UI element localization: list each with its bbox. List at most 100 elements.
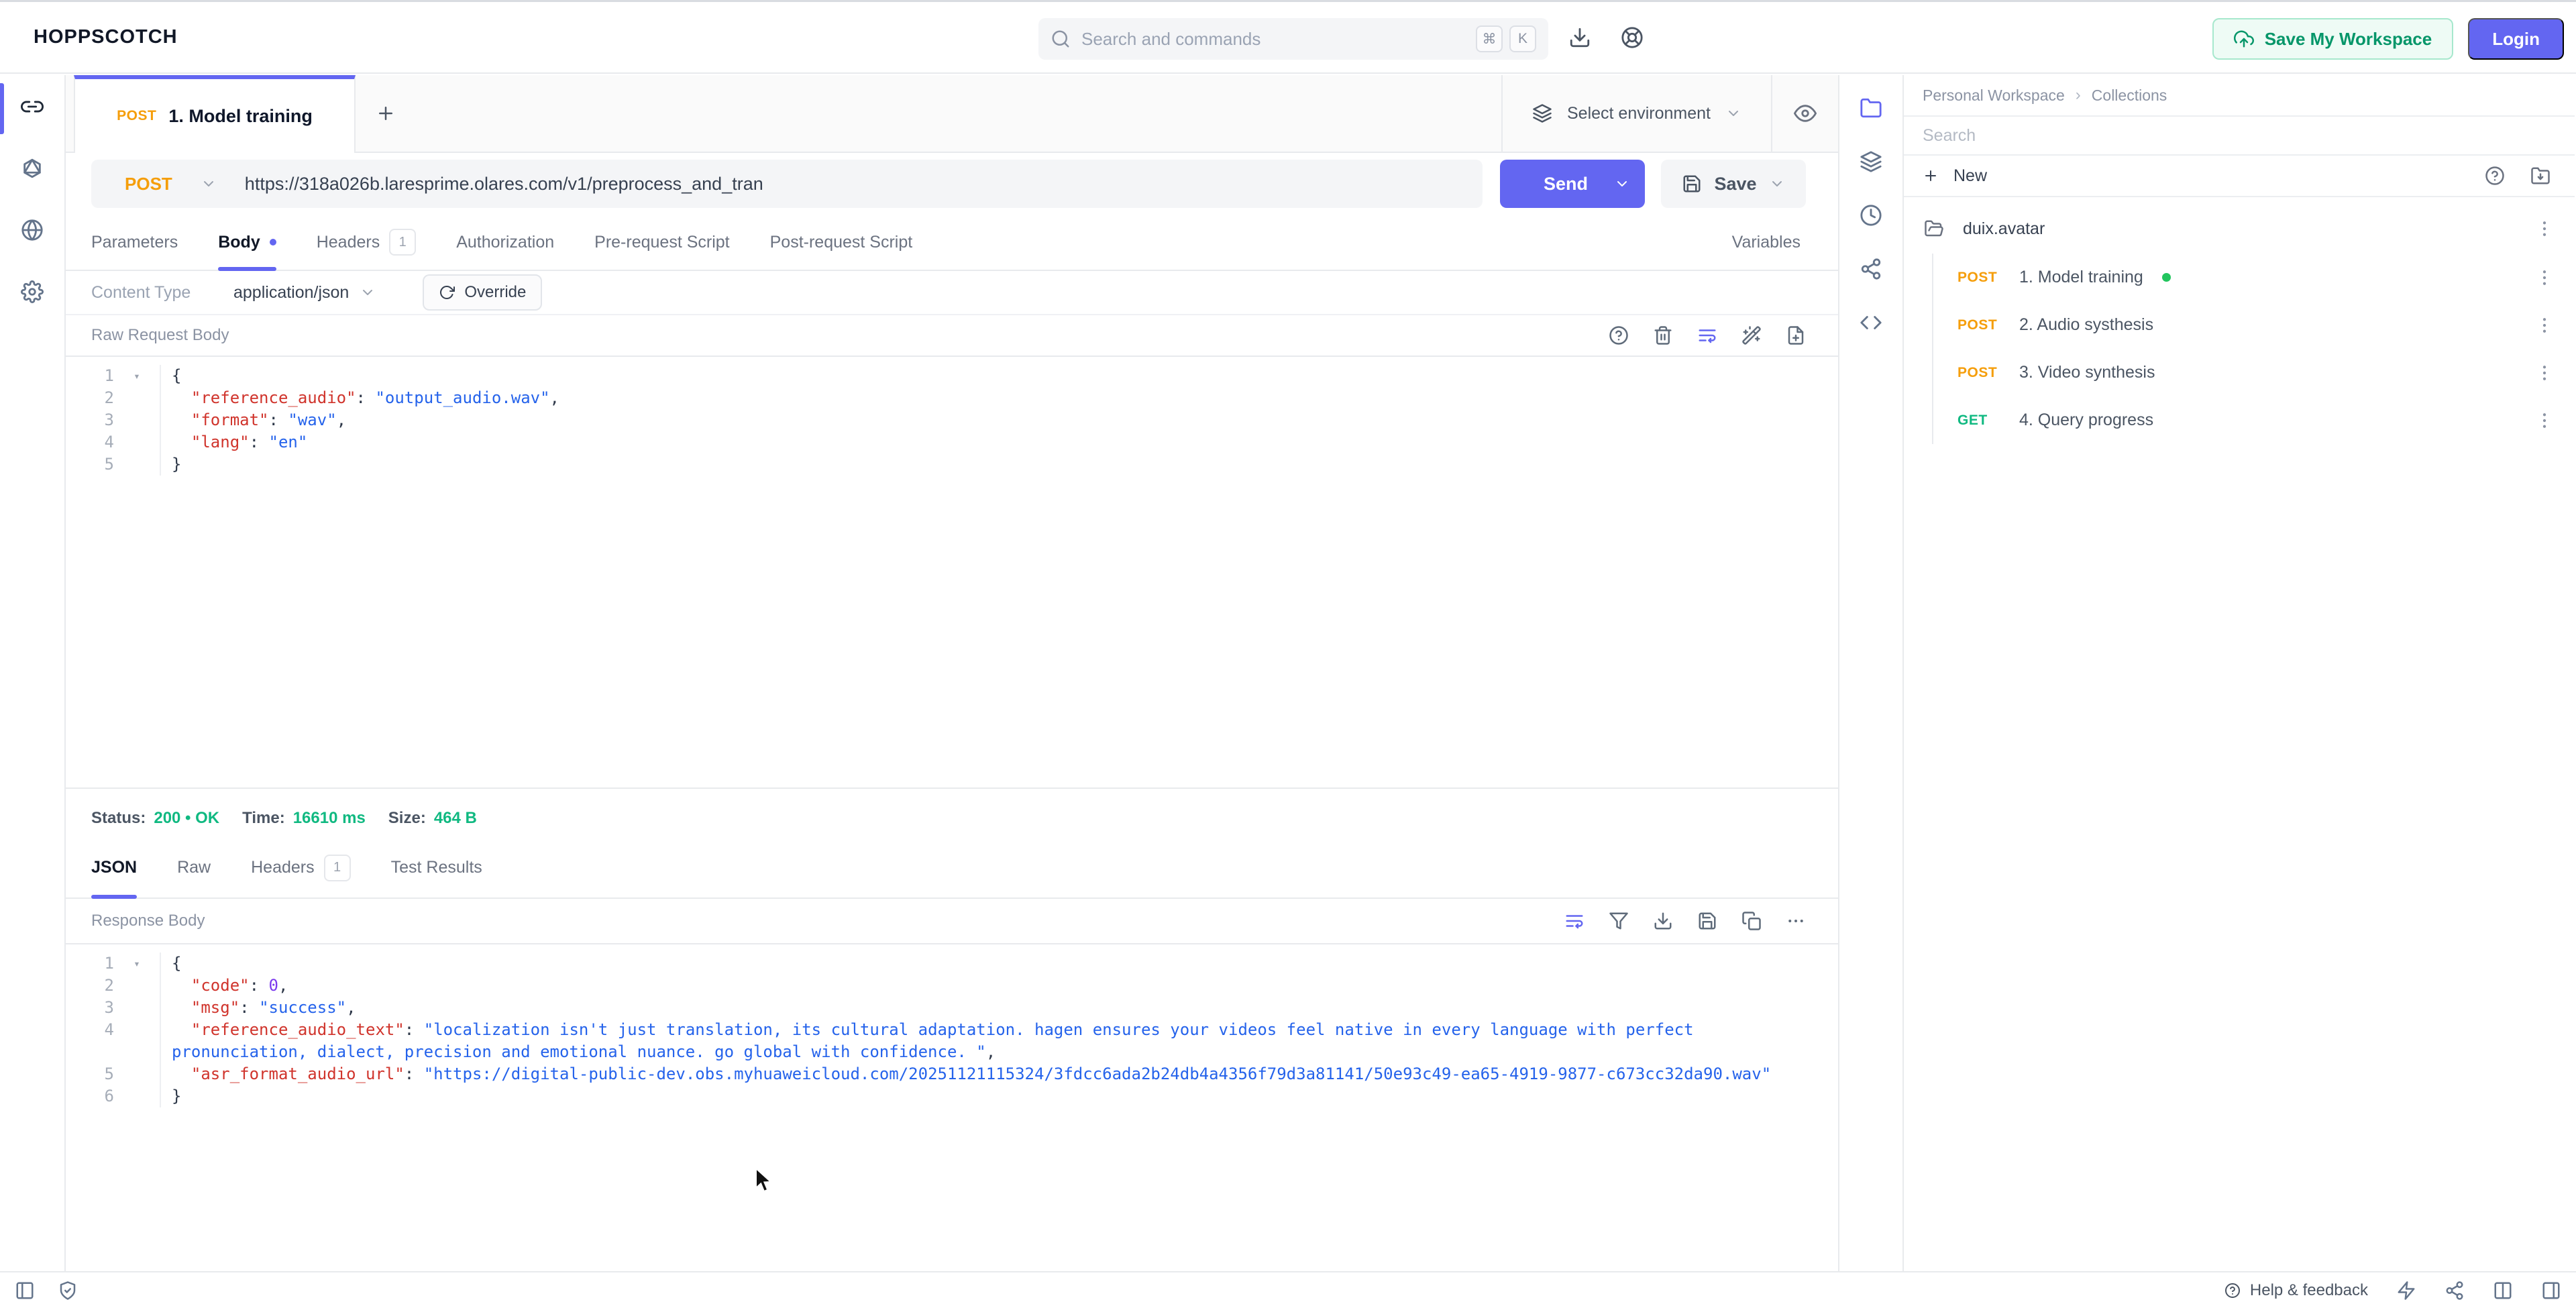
method-dropdown[interactable]: POST <box>91 174 245 195</box>
login-label: Login <box>2492 29 2540 50</box>
breadcrumb: Personal Workspace › Collections <box>1904 75 2575 115</box>
copy-response-icon[interactable] <box>1741 911 1762 931</box>
new-tab-button[interactable] <box>356 75 416 152</box>
download-response-icon[interactable] <box>1653 911 1673 931</box>
tab-response-headers[interactable]: Headers1 <box>251 838 351 897</box>
wrap-lines-icon[interactable] <box>1697 325 1717 345</box>
collections-panel: Personal Workspace › Collections New dui… <box>1904 75 2575 1271</box>
request-url-row: POST Send Save <box>66 153 1838 215</box>
tab-pre-request-script[interactable]: Pre-request Script <box>594 215 729 270</box>
share-icon[interactable] <box>2445 1280 2465 1301</box>
content-type-dropdown[interactable]: application/json <box>233 283 376 303</box>
prettify-wand-icon[interactable] <box>1741 325 1762 345</box>
request-item-audio-systhesis[interactable]: POST 2. Audio systhesis <box>1933 301 2575 349</box>
environment-selector[interactable]: Select environment <box>1501 75 1771 152</box>
interceptor-shield-icon[interactable] <box>58 1280 78 1301</box>
collections-search[interactable] <box>1904 115 2575 156</box>
eye-icon <box>1794 102 1817 125</box>
generated-code-icon[interactable] <box>1860 311 1882 334</box>
download-app-icon[interactable] <box>1568 26 1591 49</box>
request-menu-icon[interactable] <box>2534 315 2555 335</box>
save-my-workspace-button[interactable]: Save My Workspace <box>2212 18 2454 60</box>
global-search[interactable]: ⌘ K <box>1038 18 1548 60</box>
chevron-down-icon <box>201 176 217 192</box>
shortcuts-zap-icon[interactable] <box>2396 1280 2416 1301</box>
global-search-input[interactable] <box>1081 29 1469 50</box>
code-line: 4 "reference_audio_text": "localization … <box>66 1019 1838 1063</box>
nav-realtime-globe-icon[interactable] <box>21 219 44 241</box>
right-panel-rail <box>1839 75 1904 1271</box>
request-menu-icon[interactable] <box>2534 268 2555 288</box>
filter-icon[interactable] <box>1609 911 1629 931</box>
tab-variables[interactable]: Variables <box>1732 215 1801 270</box>
code-line: 5 "asr_format_audio_url": "https://digit… <box>66 1063 1838 1085</box>
response-body-editor[interactable]: 1▾{2 "code": 0,3 "msg": "success",4 "ref… <box>66 944 1838 1271</box>
folder-menu-icon[interactable] <box>2534 219 2555 239</box>
request-menu-icon[interactable] <box>2534 363 2555 383</box>
request-item-video-synthesis[interactable]: POST 3. Video synthesis <box>1933 349 2575 396</box>
active-nav-indicator <box>0 83 4 134</box>
help-circle-icon[interactable] <box>1609 325 1629 345</box>
request-workspace: POST 1. Model training Select environmen… <box>66 75 1839 1271</box>
nav-graphql-icon[interactable] <box>21 157 44 180</box>
share-requests-icon[interactable] <box>1860 258 1882 280</box>
panel-right-icon[interactable] <box>2541 1280 2561 1301</box>
app-logo: HOPPSCOTCH <box>34 26 178 48</box>
copy-file-icon[interactable] <box>1786 325 1806 345</box>
import-export-icon[interactable] <box>2530 166 2551 186</box>
help-circle-icon[interactable] <box>2485 166 2505 186</box>
content-type-row: Content Type application/json Override <box>66 271 1838 315</box>
save-request-button[interactable]: Save <box>1661 160 1806 208</box>
wrap-lines-icon[interactable] <box>1564 911 1585 931</box>
request-item-model-training[interactable]: POST 1. Model training <box>1933 254 2575 301</box>
collection-folder-name: duix.avatar <box>1963 219 2045 239</box>
send-button[interactable]: Send <box>1500 160 1645 208</box>
more-options-icon[interactable] <box>1786 911 1806 931</box>
url-input[interactable] <box>245 174 1483 195</box>
toggle-sidebar-icon[interactable] <box>15 1280 35 1301</box>
tab-raw[interactable]: Raw <box>177 838 211 897</box>
environment-quick-peek-button[interactable] <box>1771 75 1838 152</box>
request-tab[interactable]: POST 1. Model training <box>74 75 356 153</box>
tab-headers[interactable]: Headers1 <box>317 215 417 270</box>
login-button[interactable]: Login <box>2468 18 2564 60</box>
help-feedback-button[interactable]: Help & feedback <box>2224 1281 2368 1300</box>
support-icon[interactable] <box>1621 26 1644 49</box>
tab-test-results[interactable]: Test Results <box>391 838 482 897</box>
columns-layout-icon[interactable] <box>2493 1280 2513 1301</box>
nav-settings-gear-icon[interactable] <box>21 280 44 303</box>
save-response-icon[interactable] <box>1697 911 1717 931</box>
code-line: 5} <box>66 453 1838 476</box>
request-item-query-progress[interactable]: GET 4. Query progress <box>1933 396 2575 444</box>
breadcrumb-workspace[interactable]: Personal Workspace <box>1923 87 2065 105</box>
environments-layers-icon[interactable] <box>1860 150 1882 173</box>
save-floppy-icon <box>1682 174 1702 194</box>
nav-rest-link-icon[interactable] <box>21 95 44 118</box>
request-options-tabs: Parameters Body Headers1 Authorization P… <box>66 215 1838 271</box>
collections-search-input[interactable] <box>1923 126 2556 146</box>
tab-post-request-script[interactable]: Post-request Script <box>770 215 913 270</box>
tab-json[interactable]: JSON <box>91 838 137 897</box>
response-body-label: Response Body <box>91 912 205 930</box>
new-collection-button[interactable]: New <box>1923 166 1987 186</box>
code-line: 3 "msg": "success", <box>66 997 1838 1019</box>
tab-method-label: POST <box>117 108 156 124</box>
kbd-k: K <box>1509 25 1536 52</box>
clear-trash-icon[interactable] <box>1653 325 1673 345</box>
tab-body[interactable]: Body <box>218 215 276 270</box>
code-line: 3 "format": "wav", <box>66 409 1838 431</box>
override-button[interactable]: Override <box>423 274 542 311</box>
time-label: Time: <box>242 809 285 828</box>
history-clock-icon[interactable] <box>1860 204 1882 227</box>
request-body-editor[interactable]: 1▾{2 "reference_audio": "output_audio.wa… <box>66 357 1838 787</box>
collections-folder-icon[interactable] <box>1860 97 1882 119</box>
collection-folder-row[interactable]: duix.avatar <box>1904 204 2575 254</box>
request-item-label: 3. Video synthesis <box>2019 363 2155 382</box>
code-line: 2 "code": 0, <box>66 975 1838 997</box>
save-my-workspace-label: Save My Workspace <box>2265 29 2432 50</box>
tab-parameters[interactable]: Parameters <box>91 215 178 270</box>
request-menu-icon[interactable] <box>2534 411 2555 431</box>
tab-authorization[interactable]: Authorization <box>456 215 554 270</box>
modified-dot <box>270 239 276 246</box>
chevron-down-icon <box>360 284 376 301</box>
